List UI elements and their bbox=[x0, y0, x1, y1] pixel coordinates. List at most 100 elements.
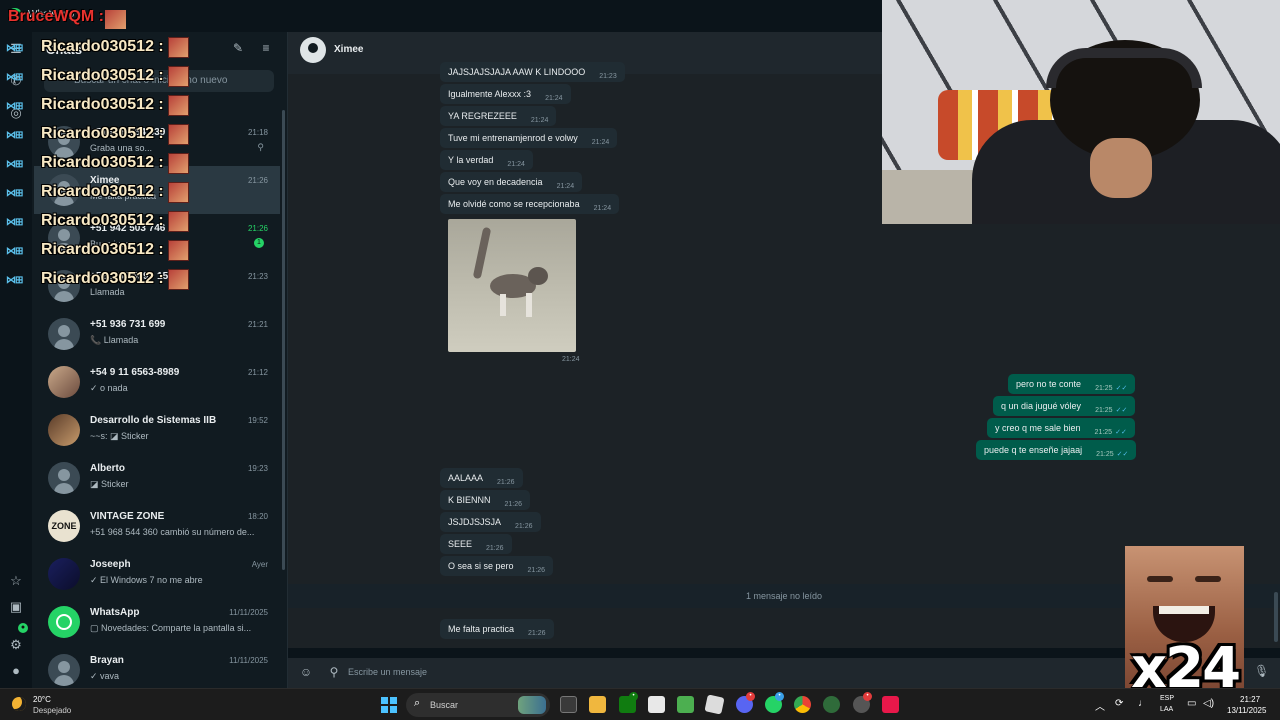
cat-leg bbox=[500, 294, 506, 316]
incoming-message[interactable]: Que voy en decadencia 21:24 bbox=[440, 172, 583, 192]
contact-avatar[interactable] bbox=[300, 37, 326, 63]
stream-chat-top: BruceWQM : bbox=[8, 8, 148, 30]
chat-time: 19:23 bbox=[247, 464, 268, 473]
chat-time: 21:21 bbox=[247, 320, 268, 329]
overlay-chat-row: ⋈⊞ Ricardo030512 : bbox=[0, 210, 200, 236]
chat-preview: +51 968 544 360 cambió su número de... bbox=[90, 527, 255, 537]
language-code[interactable]: ESP bbox=[1160, 695, 1174, 702]
task-view-icon[interactable] bbox=[560, 696, 577, 713]
clock-date[interactable]: 13/11/2025 bbox=[1227, 706, 1266, 715]
file-explorer-icon[interactable] bbox=[589, 696, 606, 713]
message-time: 21:24 bbox=[545, 95, 563, 102]
search-icon: ⌕ bbox=[414, 697, 421, 709]
pin-icon: ⚲ bbox=[257, 142, 264, 152]
chat-item[interactable]: Desarrollo de Sistemas IIB 19:52 ~~s: ◪ St… bbox=[34, 406, 280, 454]
tray-chevron-up-icon[interactable]: ︿ bbox=[1095, 698, 1105, 713]
filter-icon[interactable]: ≡ bbox=[258, 40, 274, 56]
store-icon[interactable] bbox=[648, 696, 665, 713]
taskbar-search[interactable]: ⌕ Buscar bbox=[406, 693, 550, 717]
outgoing-message[interactable]: puede q te enseñe jajaaj 21:25 ✓✓ bbox=[976, 440, 1137, 460]
starred-icon[interactable]: ☆ bbox=[7, 572, 25, 590]
minecraft-icon[interactable] bbox=[677, 696, 694, 713]
message-input[interactable]: Escribe un mensaje bbox=[348, 663, 1228, 683]
message-text: JSJDJSJSJA bbox=[448, 517, 502, 527]
emoji-icon[interactable]: ☺ bbox=[298, 664, 314, 680]
avatar-head-icon bbox=[58, 325, 70, 337]
weather-temperature[interactable]: 20°C bbox=[33, 695, 51, 704]
outgoing-message[interactable]: q un dia jugué vóley 21:25 ✓✓ bbox=[993, 396, 1136, 416]
chat-preview: ▢ Novedades: Comparte la pantalla si... bbox=[90, 623, 252, 633]
tiktok-icon[interactable] bbox=[882, 696, 899, 713]
outgoing-message[interactable]: y creo q me sale bien 21:25 ✓✓ bbox=[987, 418, 1135, 438]
chat-item[interactable]: ZONE VINTAGE ZONE 18:20 +51 968 544 360 cam… bbox=[34, 502, 280, 550]
incoming-message[interactable]: JSJDJSJSJA 21:26 bbox=[440, 512, 541, 532]
emote-eye bbox=[1195, 576, 1221, 582]
emote-icon bbox=[168, 124, 189, 145]
incoming-message[interactable]: AALAAA 21:26 bbox=[440, 468, 523, 488]
emote-eye bbox=[1147, 576, 1173, 582]
incoming-message[interactable]: Me olvidé como se recepcionaba 21:24 bbox=[440, 194, 620, 214]
message-time: 21:26 bbox=[528, 630, 546, 637]
volume-icon[interactable]: ◁) bbox=[1203, 698, 1214, 709]
profile-icon[interactable]: ● bbox=[7, 662, 25, 680]
badge-icon: ⋈⊞ bbox=[6, 217, 23, 228]
incoming-message[interactable]: SEEE 21:26 bbox=[440, 534, 512, 554]
weather-moon-icon[interactable] bbox=[12, 697, 26, 711]
cat-leg bbox=[526, 293, 532, 317]
app-icon[interactable] bbox=[823, 696, 840, 713]
microphone-icon[interactable]: 🎙 bbox=[1254, 664, 1269, 678]
weather-description[interactable]: Despejado bbox=[33, 706, 71, 715]
network-icon[interactable]: ▭ bbox=[1187, 698, 1196, 709]
mic-tray-icon[interactable]: ♩ bbox=[1138, 698, 1148, 709]
cat-tail bbox=[472, 226, 492, 280]
new-chat-icon[interactable]: ✎ bbox=[230, 40, 246, 56]
chat-avatar: ZONE bbox=[48, 510, 80, 542]
chat-name: Joseeph bbox=[90, 559, 131, 570]
emote-teeth bbox=[1159, 606, 1209, 614]
overlay-chat-row: ⋈⊞ Ricardo030512 : bbox=[0, 65, 200, 91]
chat-avatar bbox=[48, 318, 80, 350]
incoming-message[interactable]: Igualmente Alexxx :3 21:24 bbox=[440, 84, 571, 104]
incoming-message[interactable]: JAJSJAJSJAJA AAW K LINDOOO 21:23 bbox=[440, 62, 625, 82]
overlay-chat-row: ⋈⊞ Ricardo030512 : bbox=[0, 152, 200, 178]
incoming-message[interactable]: YA REGREZEEE 21:24 bbox=[440, 106, 557, 126]
chat-preview: ✓ El Windows 7 no me abre bbox=[90, 575, 203, 585]
chat-preview: 📞 Llamada bbox=[90, 335, 139, 345]
attach-icon[interactable]: ⚲ bbox=[326, 664, 342, 680]
incoming-message[interactable]: O sea si se pero 21:26 bbox=[440, 556, 554, 576]
chat-time: 21:18 bbox=[247, 128, 268, 137]
layout-code[interactable]: LAA bbox=[1160, 706, 1173, 713]
roblox-icon[interactable] bbox=[704, 694, 725, 715]
incoming-message[interactable]: K BIENNN 21:26 bbox=[440, 490, 531, 510]
chat-time: Ayer bbox=[251, 560, 268, 569]
chat-item[interactable]: Brayan 11/11/2025 ✓ vava bbox=[34, 646, 280, 688]
conversation-scrollbar[interactable] bbox=[1274, 592, 1278, 642]
chat-item[interactable]: Joseeph Ayer ✓ El Windows 7 no me abre bbox=[34, 550, 280, 598]
cat-photo-message[interactable] bbox=[448, 219, 576, 352]
chat-list-scrollbar[interactable] bbox=[282, 110, 285, 570]
archive-icon[interactable]: ▣ bbox=[7, 598, 25, 616]
chat-item[interactable]: +51 936 731 699 21:21 📞 Llamada bbox=[34, 310, 280, 358]
message-text: q un dia jugué vóley bbox=[1001, 401, 1082, 411]
contact-name[interactable]: Ximee bbox=[334, 44, 363, 55]
message-time: 21:23 bbox=[599, 73, 617, 80]
chrome-icon[interactable] bbox=[794, 696, 811, 713]
clock-time[interactable]: 21:27 bbox=[1240, 695, 1260, 704]
chat-item[interactable]: +54 9 11 6563-8989 21:12 ✓ o nada bbox=[34, 358, 280, 406]
message-text: y creo q me sale bien bbox=[995, 423, 1081, 433]
incoming-message[interactable]: Me falta practica 21:26 bbox=[440, 619, 554, 639]
chat-preview: ~~s: ◪ Sticker bbox=[90, 431, 149, 441]
incoming-message[interactable]: Y la verdad 21:24 bbox=[440, 150, 533, 170]
settings-icon[interactable]: ⚙ bbox=[7, 636, 25, 654]
sync-icon[interactable]: ⟳ bbox=[1115, 698, 1123, 709]
archive-badge: ● bbox=[18, 623, 28, 633]
message-time: 21:25 bbox=[1095, 385, 1113, 392]
chat-item[interactable]: Alberto 19:23 ◪ Sticker bbox=[34, 454, 280, 502]
avatar-head-icon bbox=[58, 469, 70, 481]
chat-time: 11/11/2025 bbox=[229, 608, 268, 617]
chat-item[interactable]: WhatsApp 11/11/2025 ▢ Novedades: Comparte … bbox=[34, 598, 280, 646]
start-button[interactable] bbox=[381, 697, 397, 713]
overlay-username: Ricardo030512 : bbox=[41, 125, 164, 142]
incoming-message[interactable]: Tuve mi entrenamjenrod e volwy 21:24 bbox=[440, 128, 618, 148]
outgoing-message[interactable]: pero no te conte 21:25 ✓✓ bbox=[1008, 374, 1136, 394]
